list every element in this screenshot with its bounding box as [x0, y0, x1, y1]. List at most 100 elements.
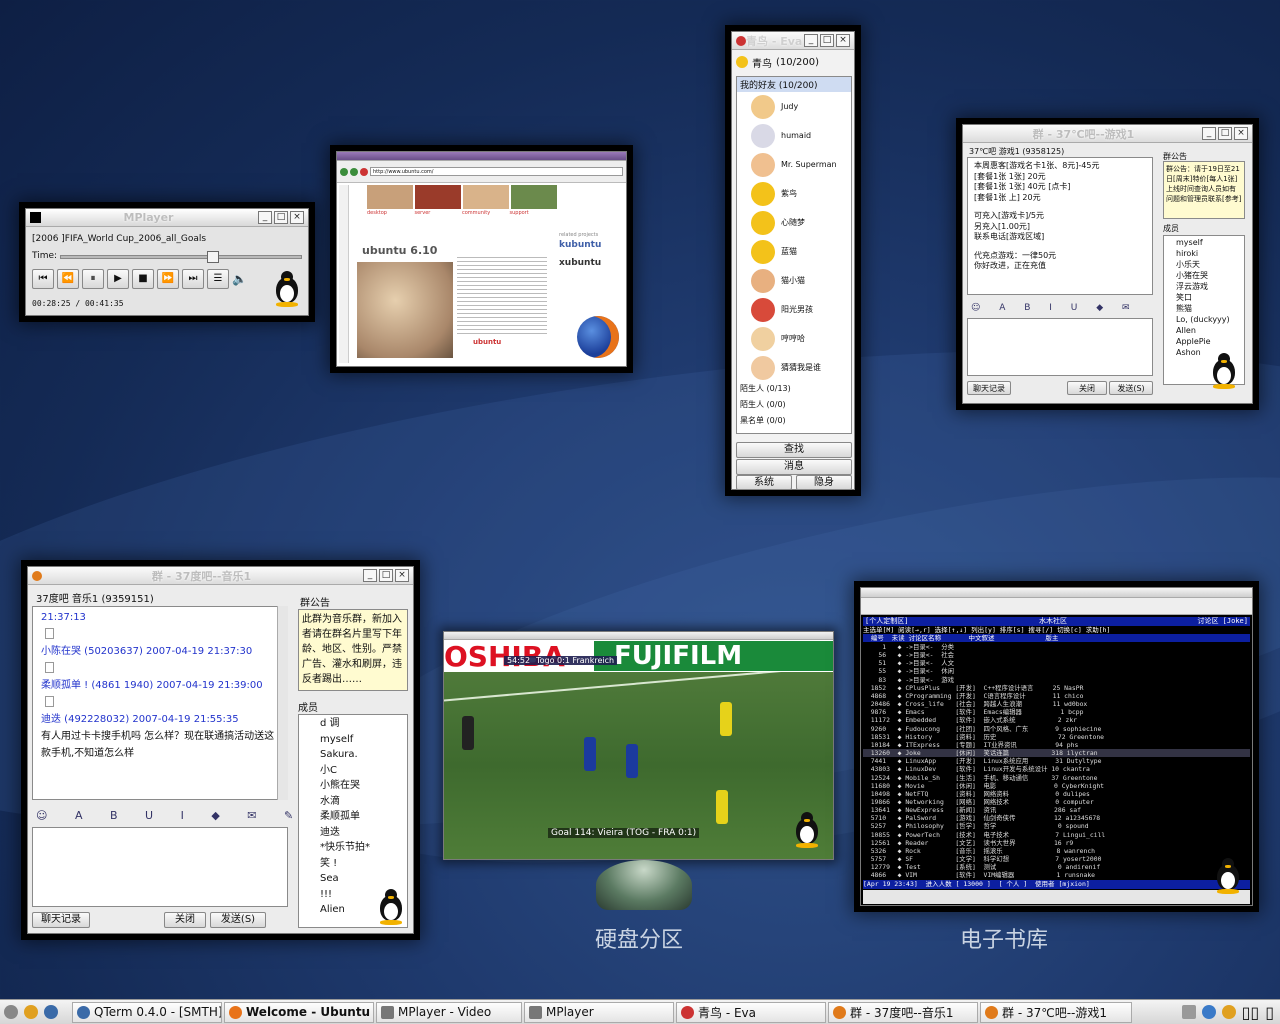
task-group-music[interactable]: 群 - 37度吧--音乐1	[828, 1001, 978, 1023]
message-input[interactable]	[32, 827, 288, 907]
play-icon[interactable]: ▶	[107, 269, 129, 289]
board-row[interactable]: 43803 ◆ LinuxDev [软件] Linux开发与系统设计 10 ck…	[863, 765, 1250, 773]
back-icon[interactable]	[340, 167, 348, 176]
board-row[interactable]: 4866 ◆ VIM [软件] VIM编辑器 1 runsnake	[863, 871, 1250, 879]
mplayer-titlebar[interactable]: MPlayer _ □ ×	[26, 209, 308, 227]
board-row[interactable]: 5326 ◆ Rock [音乐] 摇滚乐 8 wanrench	[863, 847, 1250, 855]
keyboard-icon[interactable]	[1181, 1005, 1196, 1019]
chat-log-button[interactable]: 聊天记录	[32, 912, 90, 928]
member-item[interactable]: hiroki	[1166, 248, 1242, 259]
video-titlebar[interactable]	[444, 632, 833, 640]
friend-item[interactable]: 猫小猫	[737, 266, 851, 295]
close-chat-button[interactable]: 关闭	[1067, 381, 1107, 395]
search-button[interactable]: 查找	[736, 442, 852, 458]
friend-item[interactable]: 心随梦	[737, 208, 851, 237]
maximize-button[interactable]: □	[820, 34, 834, 47]
message-button[interactable]: 消息	[736, 459, 852, 475]
task-browser[interactable]: Welcome - Ubuntu	[224, 1001, 374, 1023]
board-row[interactable]: 83 ◆ ->目录<- 游戏	[863, 676, 1250, 684]
member-item[interactable]: 笑口	[1166, 292, 1242, 303]
board-row[interactable]: 10498 ◆ NetFTQ [资料] 网络资料 0 dulipes	[863, 790, 1250, 798]
task-mplayer-video[interactable]: MPlayer - Video	[376, 1001, 522, 1023]
friend-item[interactable]: 紫鸟	[737, 179, 851, 208]
member-item[interactable]: 水滴	[302, 794, 404, 810]
drive-icon[interactable]	[4, 1005, 18, 1019]
seek-handle[interactable]	[207, 251, 219, 263]
chat-titlebar[interactable]: 群 - 37度吧--音乐1 _ □ ×	[28, 567, 413, 585]
member-item[interactable]: Sea	[302, 871, 404, 887]
chat-log-button[interactable]: 聊天记录	[967, 381, 1011, 395]
board-row[interactable]: 10184 ◆ ITExpress [专题] IT业界资讯 94 phs	[863, 741, 1250, 749]
task-eva[interactable]: 青鸟 - Eva	[676, 1001, 826, 1023]
member-item[interactable]: *快乐节拍*	[302, 840, 404, 856]
board-row[interactable]: 1 ◆ ->目录<- 分类	[863, 643, 1250, 651]
send-button[interactable]: 发送(S)	[210, 912, 266, 928]
message-input[interactable]	[967, 318, 1153, 376]
rewind-icon[interactable]: ⏪	[57, 269, 79, 289]
member-item[interactable]: Lo, (duckyyy)	[1166, 314, 1242, 325]
group-header[interactable]: 陌生人 (0/13)	[737, 381, 851, 397]
nav-support[interactable]: support	[510, 210, 558, 218]
group-header[interactable]: 黑名单 (0/0)	[737, 413, 851, 429]
playlist-icon[interactable]: ☰	[207, 269, 229, 289]
member-item[interactable]: 浮云游戏	[1166, 281, 1242, 292]
board-row[interactable]: 5757 ◆ SF [文学] 科学幻想 7 yosert2000	[863, 855, 1250, 863]
group-header[interactable]: 陌生人 (0/0)	[737, 397, 851, 413]
board-row[interactable]: 12524 ◆ Mobile_Sh [生活] 手机、移动通信 37 Greent…	[863, 774, 1250, 782]
member-item[interactable]: 小乐天	[1166, 259, 1242, 270]
friend-item[interactable]: 猜猜我是谁	[737, 353, 851, 382]
terminal-icon[interactable]	[44, 1005, 58, 1019]
eva-titlebar[interactable]: 青鸟 - Eva _ □ ×	[732, 32, 854, 50]
close-chat-button[interactable]: 关闭	[164, 912, 206, 928]
forward-icon[interactable]: ⏩	[157, 269, 179, 289]
member-item[interactable]: ApplePie	[1166, 336, 1242, 347]
nav-server[interactable]: server	[415, 210, 463, 218]
board-row[interactable]: 10855 ◆ PowerTech [技术] 电子技术 7 Lingui_cil…	[863, 831, 1250, 839]
seek-slider[interactable]	[60, 251, 302, 263]
qterm-titlebar[interactable]	[861, 588, 1252, 598]
friend-item[interactable]: Judy	[737, 92, 851, 121]
member-item[interactable]: 柔顺孤单	[302, 809, 404, 825]
task-group-game[interactable]: 群 - 37℃吧--游戏1	[980, 1001, 1132, 1023]
member-item[interactable]: 笑 !	[302, 856, 404, 872]
board-row[interactable]: 9260 ◆ Fudoucong [社团] 四个风格、广东 9 sophieci…	[863, 725, 1250, 733]
network-icon[interactable]	[1201, 1005, 1216, 1019]
friend-item[interactable]: Mr. Superman	[737, 150, 851, 179]
board-row[interactable]: 13260 ◆ Joke [休闲] 笑话连篇 318 ilyctran	[863, 749, 1250, 758]
minimize-button[interactable]: _	[258, 211, 272, 224]
user-avatar[interactable]	[736, 56, 748, 68]
skip-back-icon[interactable]: ⏮	[32, 269, 54, 289]
stop-icon[interactable]	[360, 167, 368, 176]
pause-icon[interactable]: ⏸	[82, 269, 104, 289]
maximize-button[interactable]: □	[1218, 127, 1232, 140]
member-item[interactable]: 小猪在哭	[1166, 270, 1242, 281]
send-button[interactable]: 发送(S)	[1109, 381, 1153, 395]
member-item[interactable]: myself	[302, 732, 404, 748]
board-row[interactable]: 11172 ◆ Embedded [软件] 嵌入式系统 2 zkr	[863, 716, 1250, 724]
board-list[interactable]: 1 ◆ ->目录<- 分类 56 ◆ ->目录<- 社会 51 ◆ ->目录<-…	[863, 643, 1250, 880]
board-row[interactable]: 55 ◆ ->目录<- 休闲	[863, 667, 1250, 675]
system-button[interactable]: 系统	[736, 475, 792, 490]
member-item[interactable]: Allen	[1166, 325, 1242, 336]
nav-community[interactable]: community	[462, 210, 510, 218]
group-header-friends[interactable]: 我的好友 (10/200)	[737, 77, 851, 92]
close-button[interactable]: ×	[395, 569, 409, 582]
task-qterm[interactable]: QTerm 0.4.0 - [SMTH]	[72, 1001, 222, 1023]
close-button[interactable]: ×	[836, 34, 850, 47]
friend-item[interactable]: 蓝猫	[737, 237, 851, 266]
url-bar[interactable]: http://www.ubuntu.com/	[370, 167, 623, 176]
friend-item[interactable]: 阳光男孩	[737, 295, 851, 324]
tux-launcher-icon[interactable]	[24, 1005, 38, 1019]
board-row[interactable]: 12561 ◆ Reader [文艺] 读书大世界 16 r9	[863, 839, 1250, 847]
close-button[interactable]: ×	[290, 211, 304, 224]
forward-icon[interactable]	[350, 167, 358, 176]
board-row[interactable]: 11680 ◆ Movie [休闲] 电影 0 CyberKnight	[863, 782, 1250, 790]
task-mplayer[interactable]: MPlayer	[524, 1001, 674, 1023]
board-row[interactable]: 19866 ◆ Networking [网络] 网络技术 0 computer	[863, 798, 1250, 806]
board-row[interactable]: 5257 ◆ Philosophy [哲学] 哲学 0 spound	[863, 822, 1250, 830]
friend-item[interactable]: humaid	[737, 121, 851, 150]
board-row[interactable]: 18531 ◆ History [资料] 历史 72 Greentone	[863, 733, 1250, 741]
friend-item[interactable]: 哼哼哈	[737, 324, 851, 353]
xubuntu-link[interactable]: xubuntu	[559, 258, 601, 268]
member-item[interactable]: myself	[1166, 237, 1242, 248]
